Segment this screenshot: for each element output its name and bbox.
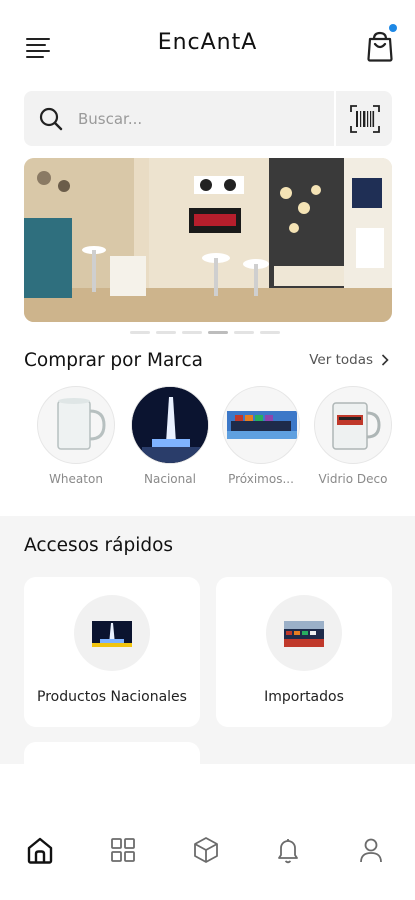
brands-list: Wheaton Nacional Próximos... Vidrio Deco xyxy=(0,386,415,496)
search-input[interactable] xyxy=(78,91,348,146)
brand-item-wheaton[interactable]: Wheaton xyxy=(37,386,115,486)
brand-label: Próximos... xyxy=(228,472,294,486)
barcode-scanner-icon xyxy=(350,105,380,133)
quick-card-importados[interactable]: Importados xyxy=(216,577,392,727)
store-interior-image xyxy=(24,158,392,322)
search-bar xyxy=(24,91,392,146)
card-label: Productos Nacionales xyxy=(37,689,187,705)
carousel-dot[interactable] xyxy=(182,331,202,334)
search-icon xyxy=(39,107,63,131)
nav-categories[interactable] xyxy=(108,835,138,865)
brand-avatar xyxy=(222,386,300,464)
brands-section-title: Comprar por Marca xyxy=(24,350,203,371)
monument-night-image xyxy=(132,387,208,463)
box-icon xyxy=(194,837,218,863)
cart-badge xyxy=(389,24,397,32)
bottom-navigation xyxy=(0,764,415,900)
decorated-mug-image xyxy=(332,402,381,450)
card-label: Importados xyxy=(264,689,344,705)
card-image-circle xyxy=(74,595,150,671)
shopping-bag-icon xyxy=(367,31,393,62)
carousel-dot[interactable] xyxy=(156,331,176,334)
nav-products[interactable] xyxy=(191,835,221,865)
chevron-right-icon xyxy=(381,354,389,366)
nav-profile[interactable] xyxy=(356,835,386,865)
monument-thumbnail xyxy=(92,621,132,647)
home-icon xyxy=(27,837,53,864)
glass-mug-image xyxy=(57,398,106,450)
cargo-ship-image xyxy=(227,411,297,439)
brand-item-vidrio-deco[interactable]: Vidrio Deco xyxy=(314,386,392,486)
carousel-dot[interactable] xyxy=(234,331,254,334)
carousel-dot[interactable] xyxy=(260,331,280,334)
ship-thumbnail xyxy=(284,621,324,647)
carousel-indicator xyxy=(130,331,280,334)
app-title: EncAntA xyxy=(157,30,258,55)
promo-banner[interactable] xyxy=(24,158,392,322)
brand-avatar xyxy=(314,386,392,464)
cart-button[interactable] xyxy=(365,24,397,62)
see-all-label: Ver todas xyxy=(309,352,373,368)
barcode-scan-button[interactable] xyxy=(334,91,392,146)
carousel-dot[interactable] xyxy=(130,331,150,334)
carousel-dot-active[interactable] xyxy=(208,331,228,334)
brand-label: Nacional xyxy=(144,472,196,486)
brand-label: Vidrio Deco xyxy=(318,472,388,486)
bell-icon xyxy=(278,839,298,864)
user-icon xyxy=(360,838,382,863)
quick-card-productos-nacionales[interactable]: Productos Nacionales xyxy=(24,577,200,727)
brand-label: Wheaton xyxy=(49,472,103,486)
brand-avatar xyxy=(131,386,209,464)
brand-avatar xyxy=(37,386,115,464)
card-image-circle xyxy=(266,595,342,671)
nav-home[interactable] xyxy=(25,835,55,865)
brand-item-proximos[interactable]: Próximos... xyxy=(222,386,300,486)
see-all-brands-link[interactable]: Ver todas xyxy=(309,352,389,368)
brand-item-nacional[interactable]: Nacional xyxy=(131,386,209,486)
quick-access-title: Accesos rápidos xyxy=(24,535,174,556)
grid-icon xyxy=(111,838,135,862)
nav-notifications[interactable] xyxy=(273,835,303,865)
app-header: EncAntA xyxy=(0,0,415,90)
